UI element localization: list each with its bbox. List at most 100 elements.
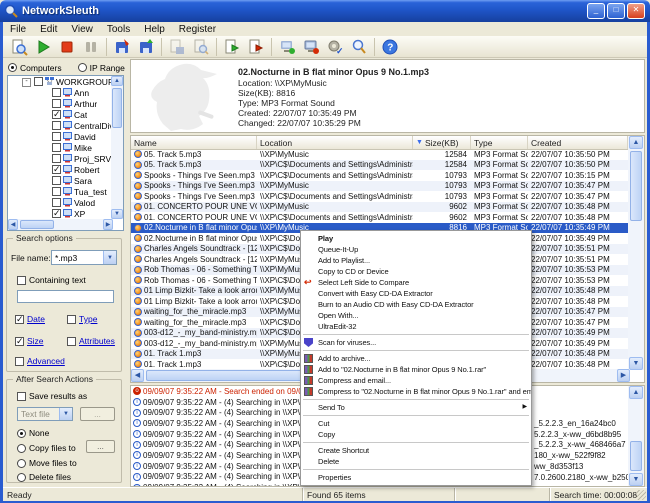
- attributes-checkbox[interactable]: [67, 337, 76, 346]
- none-radio[interactable]: [17, 429, 26, 438]
- table-row[interactable]: 01. CONCERTO POUR UNE VOIX.mp3\\XP\C$\Do…: [131, 212, 628, 223]
- pause-search-icon[interactable]: [79, 37, 103, 57]
- containing-text-option[interactable]: Containing text: [17, 275, 86, 285]
- filter-advanced-option[interactable]: Advanced: [15, 356, 65, 366]
- context-menu-item-cut[interactable]: Cut: [301, 418, 531, 429]
- context-menu-item-ultraedit[interactable]: UltraEdit-32: [301, 321, 531, 332]
- collapse-icon[interactable]: -: [22, 78, 31, 87]
- tree-checkbox[interactable]: [52, 176, 61, 185]
- containing-text-checkbox[interactable]: [17, 276, 26, 285]
- table-row[interactable]: 05. Track 5.mp3\\XP\MyMusic12584MP3 Form…: [131, 149, 628, 160]
- tree-item-computer[interactable]: Proj_SRV: [8, 153, 111, 164]
- help-icon[interactable]: ?: [378, 37, 402, 57]
- table-vscrollbar[interactable]: ▲ ▼: [628, 136, 644, 370]
- advanced-checkbox[interactable]: [15, 357, 24, 366]
- resize-grip[interactable]: [636, 490, 646, 500]
- remove-computer-icon[interactable]: [299, 37, 323, 57]
- context-menu-item-create-shortcut[interactable]: Create Shortcut: [301, 445, 531, 456]
- menu-item-file[interactable]: File: [3, 24, 33, 35]
- context-menu-item-add-to-rar[interactable]: Add to "02.Nocturne in B flat minor Opus…: [301, 364, 531, 375]
- export-list-green-icon[interactable]: [220, 37, 244, 57]
- tree-checkbox[interactable]: [52, 99, 61, 108]
- context-menu-item-properties[interactable]: Properties: [301, 472, 531, 483]
- chevron-down-icon[interactable]: ▼: [103, 251, 116, 264]
- action-move-option[interactable]: Move files to: [17, 458, 77, 468]
- date-link[interactable]: Date: [27, 314, 45, 324]
- tree-checkbox[interactable]: [52, 143, 61, 152]
- tree-item-computer[interactable]: Cat: [8, 109, 111, 120]
- filter-date-option[interactable]: Date: [15, 314, 45, 324]
- close-button[interactable]: ✕: [627, 3, 645, 19]
- options-gear-icon[interactable]: ✓: [323, 37, 347, 57]
- tree-item-computer[interactable]: Tua_test: [8, 186, 111, 197]
- tree-checkbox[interactable]: [52, 132, 61, 141]
- filter-type-option[interactable]: Type: [67, 314, 97, 324]
- tree-checkbox[interactable]: [52, 209, 61, 218]
- tree-item-computer[interactable]: Valod: [8, 197, 111, 208]
- preview-report-icon[interactable]: [189, 37, 213, 57]
- date-checkbox[interactable]: [15, 315, 24, 324]
- radio-computers[interactable]: Computers: [8, 63, 62, 73]
- tree-item-computer[interactable]: Mike: [8, 142, 111, 153]
- column-header-name[interactable]: Name: [131, 136, 257, 149]
- table-row[interactable]: Spooks - Things I've Seen.mp3\\XP\C$\Doc…: [131, 170, 628, 181]
- action-delete-option[interactable]: Delete files: [17, 472, 71, 482]
- context-menu-item-copy[interactable]: Copy: [301, 429, 531, 440]
- open-results-icon[interactable]: [110, 37, 134, 57]
- context-menu-item-open-with[interactable]: Open With...: [301, 310, 531, 321]
- radio-ip-range[interactable]: IP Range: [78, 63, 125, 73]
- tree-item-computer[interactable]: Ann: [8, 87, 111, 98]
- maximize-button[interactable]: □: [607, 3, 625, 19]
- menu-item-view[interactable]: View: [64, 24, 100, 35]
- move-radio[interactable]: [17, 459, 26, 468]
- filter-attributes-option[interactable]: Attributes: [67, 336, 115, 346]
- tree-item-computer[interactable]: CentralDivisio: [8, 120, 111, 131]
- context-menu-item-convert[interactable]: Convert with Easy CD-DA Extractor: [301, 288, 531, 299]
- advanced-link[interactable]: Advanced: [27, 356, 65, 366]
- start-search-icon[interactable]: [31, 37, 55, 57]
- log-vscrollbar[interactable]: ▲ ▼: [628, 386, 644, 486]
- context-menu-item-add-to-playlist[interactable]: Add to Playlist...: [301, 255, 531, 266]
- save-results-checkbox[interactable]: [17, 392, 26, 401]
- tree-checkbox[interactable]: [52, 110, 61, 119]
- table-row[interactable]: Spooks - Things I've Seen.mp3\\XP\MyMusi…: [131, 181, 628, 192]
- context-menu-item-send-to[interactable]: Send To▶: [301, 402, 531, 413]
- context-menu-item-delete[interactable]: Delete: [301, 456, 531, 467]
- copy-radio[interactable]: [17, 444, 26, 453]
- size-checkbox[interactable]: [15, 337, 24, 346]
- context-menu-item-add-to-archive[interactable]: Add to archive...: [301, 353, 531, 364]
- tree-checkbox[interactable]: [52, 88, 61, 97]
- table-row[interactable]: Spooks - Things I've Seen.mp3\\XP\C$\Doc…: [131, 191, 628, 202]
- tree-item-computer[interactable]: Arthur: [8, 98, 111, 109]
- save-results-icon[interactable]: [134, 37, 158, 57]
- save-format-select[interactable]: Text file ▼: [17, 407, 73, 421]
- context-menu-item-select-left-side[interactable]: ↩Select Left Side to Compare: [301, 277, 531, 288]
- type-checkbox[interactable]: [67, 315, 76, 324]
- containing-text-input[interactable]: [17, 290, 114, 303]
- column-header-type[interactable]: Type: [471, 136, 528, 149]
- tree-item-computer[interactable]: Sara: [8, 175, 111, 186]
- column-header-size[interactable]: ▼Size(KB): [413, 136, 471, 149]
- find-files-icon[interactable]: [7, 37, 31, 57]
- menu-item-help[interactable]: Help: [137, 24, 172, 35]
- tree-item-computer[interactable]: XP: [8, 208, 111, 219]
- save-results-option[interactable]: Save results as: [17, 391, 87, 401]
- context-menu-item-compress-to-rar-email[interactable]: Compress to "02.Nocturne in B flat minor…: [301, 386, 531, 397]
- chevron-down-icon[interactable]: ▼: [59, 408, 72, 420]
- menu-item-register[interactable]: Register: [172, 24, 223, 35]
- tree-item-workgroup[interactable]: - WORKGROUP: [8, 76, 111, 87]
- tree-item-computer[interactable]: Robert: [8, 164, 111, 175]
- tree-checkbox[interactable]: [52, 187, 61, 196]
- tree-checkbox[interactable]: [34, 77, 43, 86]
- attributes-link[interactable]: Attributes: [79, 336, 115, 346]
- menu-item-edit[interactable]: Edit: [33, 24, 64, 35]
- type-link[interactable]: Type: [79, 314, 97, 324]
- browse-copy-button[interactable]: ...: [86, 440, 115, 453]
- context-menu-item-play[interactable]: Play: [301, 233, 531, 244]
- filter-size-option[interactable]: Size: [15, 336, 44, 346]
- save-report-icon[interactable]: [165, 37, 189, 57]
- export-list-red-icon[interactable]: [244, 37, 268, 57]
- column-header-location[interactable]: Location: [257, 136, 413, 149]
- browse-save-button[interactable]: ...: [80, 407, 115, 421]
- file-name-combo[interactable]: *.mp3 ▼: [51, 250, 117, 265]
